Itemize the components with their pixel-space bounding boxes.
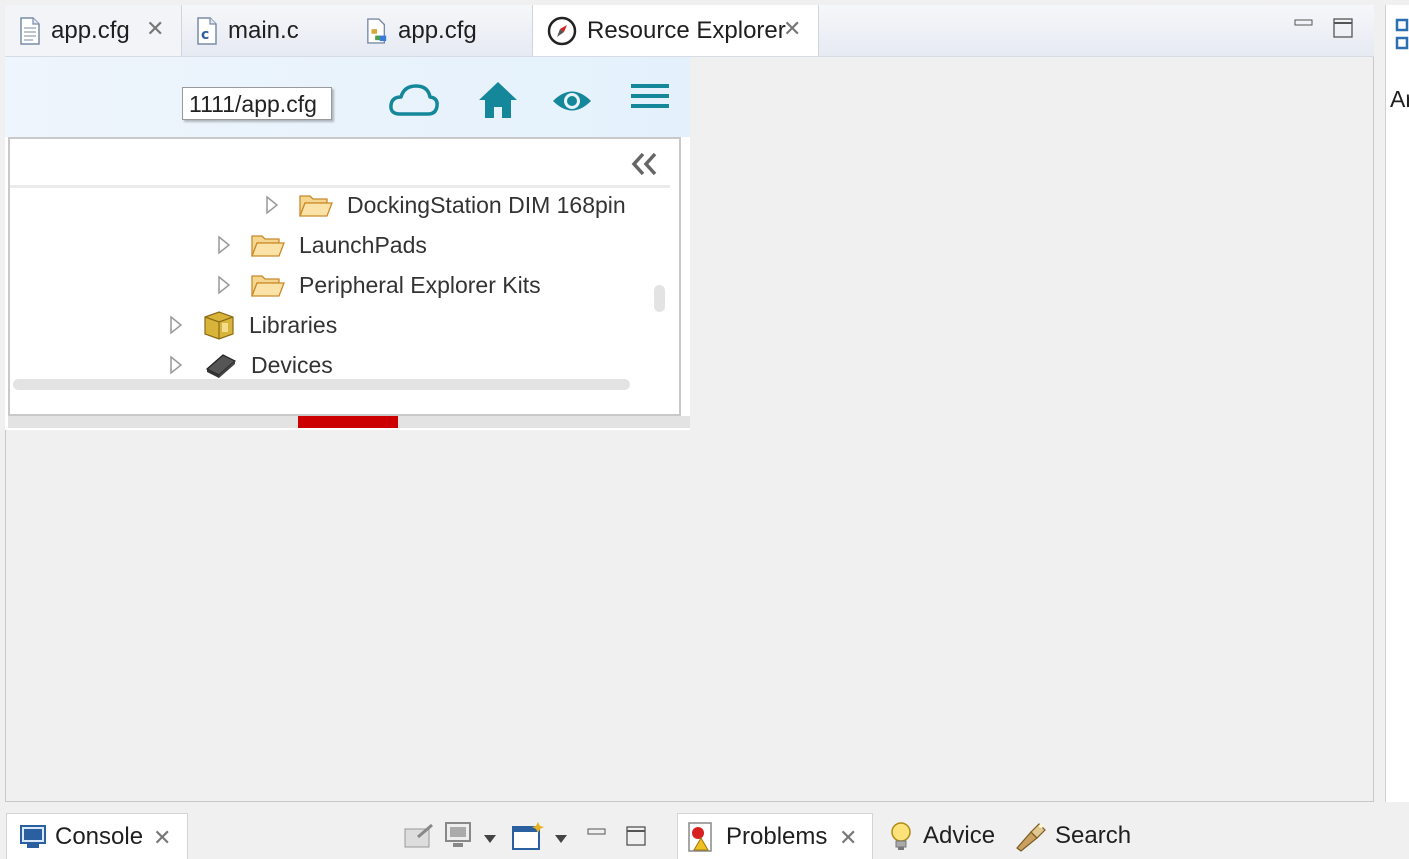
- chevron-down-icon[interactable]: [554, 831, 568, 849]
- home-icon[interactable]: [477, 80, 519, 125]
- tab-app-cfg-rtos[interactable]: app.cfg: [352, 5, 532, 56]
- tab-label: Problems: [726, 822, 828, 850]
- expand-arrow-icon[interactable]: [217, 275, 231, 295]
- tab-search[interactable]: Search: [1013, 813, 1131, 859]
- tab-problems[interactable]: Problems ✕: [677, 813, 873, 859]
- library-icon: [204, 311, 234, 340]
- tree-item-label: DockingStation DIM 168pin: [347, 191, 626, 218]
- resource-explorer-toolbar: 1111/app.cfg: [5, 57, 690, 137]
- eye-icon[interactable]: [551, 86, 593, 121]
- side-panel-text: Ar: [1390, 86, 1409, 112]
- bottom-panel-bar: Console ✕ Problems ✕ Advice Search: [0, 813, 1409, 859]
- tree-item[interactable]: Peripheral Explorer Kits: [217, 267, 541, 303]
- display-console-icon[interactable]: [444, 821, 476, 856]
- console-icon: [20, 824, 46, 848]
- minimize-icon[interactable]: [587, 825, 607, 843]
- tab-label: Search: [1055, 822, 1132, 849]
- maximize-icon[interactable]: [626, 826, 648, 853]
- tab-console[interactable]: Console ✕: [6, 813, 188, 859]
- pin-console-icon[interactable]: [404, 823, 436, 856]
- problems-icon: [688, 821, 712, 852]
- svg-text:c: c: [201, 27, 209, 43]
- horizontal-scrollbar[interactable]: [13, 379, 630, 390]
- tab-label: app.cfg: [51, 16, 130, 44]
- expand-arrow-icon[interactable]: [265, 195, 279, 215]
- cloud-icon[interactable]: [388, 83, 440, 122]
- tree-item[interactable]: DockingStation DIM 168pin: [265, 187, 626, 223]
- c-source-file-icon: c: [197, 16, 217, 45]
- tab-label: Advice: [923, 822, 996, 849]
- tab-label: Console: [55, 822, 144, 850]
- chevron-down-icon[interactable]: [483, 831, 497, 849]
- right-side-panel: Ar: [1385, 5, 1409, 802]
- tree-item[interactable]: Devices: [169, 347, 333, 383]
- rtos-config-file-icon: [367, 17, 387, 44]
- folder-open-icon: [251, 235, 285, 257]
- outline-icon[interactable]: [1395, 18, 1409, 55]
- tab-app-cfg-text[interactable]: app.cfg ✕: [5, 5, 182, 56]
- tree-item[interactable]: Libraries: [169, 307, 337, 343]
- flashlight-icon: [1016, 823, 1046, 852]
- tab-label: app.cfg: [398, 16, 477, 44]
- tab-resource-explorer[interactable]: Resource Explorer ✕: [532, 5, 819, 56]
- chip-icon: [205, 354, 237, 378]
- path-tooltip: 1111/app.cfg: [182, 87, 332, 120]
- folder-open-icon: [251, 275, 285, 297]
- tab-label: Resource Explorer: [587, 16, 786, 44]
- resource-tree: DockingStation DIM 168pin LaunchPads Per…: [8, 137, 681, 416]
- close-icon[interactable]: ✕: [839, 825, 857, 851]
- new-console-icon[interactable]: [511, 821, 545, 856]
- double-chevron-left-icon[interactable]: [630, 151, 658, 182]
- resource-explorer-panel: 1111/app.cfg DockingStation DIM 168pin L…: [5, 57, 690, 430]
- expand-arrow-icon[interactable]: [169, 355, 183, 375]
- close-icon[interactable]: ✕: [146, 16, 164, 42]
- minimize-icon[interactable]: [1294, 18, 1314, 36]
- tree-item-label: Peripheral Explorer Kits: [299, 271, 541, 298]
- maximize-icon[interactable]: [1333, 18, 1355, 45]
- tab-advice[interactable]: Advice: [889, 813, 995, 859]
- lightbulb-icon: [891, 822, 911, 850]
- folder-open-icon: [299, 195, 333, 217]
- tree-item-label: Devices: [251, 351, 333, 378]
- expand-arrow-icon[interactable]: [217, 235, 231, 255]
- tab-main-c[interactable]: c main.c: [182, 5, 352, 56]
- tree-item-label: LaunchPads: [299, 231, 427, 258]
- close-icon[interactable]: ✕: [153, 825, 171, 851]
- editor-tab-bar: app.cfg ✕ c main.c app.cfg Resource Expl…: [5, 5, 1374, 57]
- close-icon[interactable]: ✕: [783, 16, 801, 42]
- error-indicator: [298, 416, 398, 428]
- text-file-icon: [20, 16, 40, 45]
- expand-arrow-icon[interactable]: [169, 315, 183, 335]
- menu-icon[interactable]: [631, 84, 669, 115]
- tab-label: main.c: [228, 16, 299, 44]
- tree-item-label: Libraries: [249, 311, 338, 338]
- vertical-scrollbar[interactable]: [654, 285, 665, 312]
- tree-item[interactable]: LaunchPads: [217, 227, 427, 263]
- compass-icon: [547, 16, 577, 45]
